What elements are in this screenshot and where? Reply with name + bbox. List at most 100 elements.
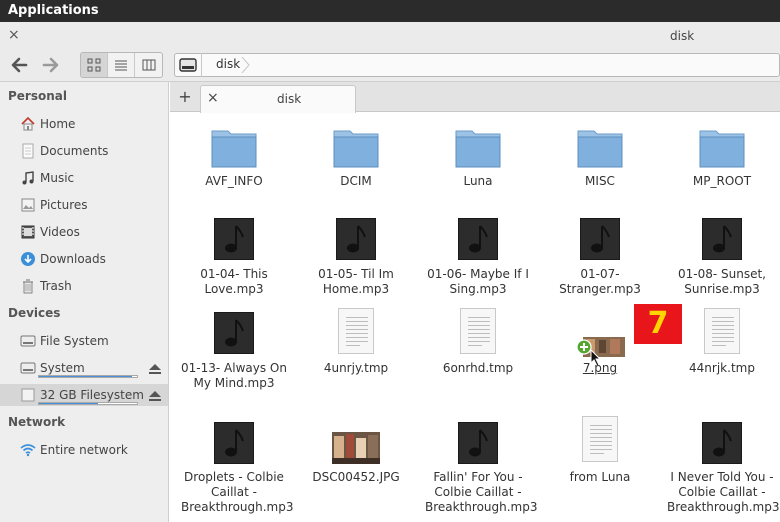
file-name: 01-13- Always On My Mind.mp3 — [181, 361, 287, 390]
pictures-icon — [21, 198, 35, 212]
new-tab-button[interactable]: + — [174, 87, 196, 107]
filesystem-usage-bar — [38, 402, 138, 405]
file-name: 01-06- Maybe If I Sing.mp3 — [427, 267, 529, 296]
file-name: AVF_INFO — [205, 174, 263, 188]
file-item-folder[interactable]: Luna — [419, 125, 537, 195]
sidebar-header-network: Network — [8, 415, 66, 429]
eject-icon[interactable] — [148, 390, 162, 402]
sidebar-item-videos[interactable]: Videos — [0, 221, 168, 243]
harddisk-icon — [20, 335, 36, 347]
icon-view-button[interactable] — [81, 53, 108, 77]
system-usage-bar — [38, 375, 138, 378]
sidebar-header-devices: Devices — [8, 306, 61, 320]
arrow-right-icon — [42, 57, 59, 73]
sidebar-item-label: 32 GB Filesystem — [40, 388, 144, 402]
folder-icon — [211, 130, 257, 168]
folder-icon — [577, 130, 623, 168]
audio-file-icon — [214, 422, 254, 464]
sidebar-item-home[interactable]: Home — [0, 113, 168, 135]
sidebar-header-personal: Personal — [8, 89, 67, 103]
folder-icon — [699, 130, 745, 168]
file-item-folder[interactable]: AVF_INFO — [175, 125, 293, 195]
window-close-button[interactable]: × — [8, 27, 20, 43]
file-item-folder[interactable]: MISC — [541, 125, 659, 195]
file-item-music[interactable]: Fallin' For You - Colbie Caillat - Break… — [419, 422, 538, 522]
back-button[interactable] — [8, 55, 30, 75]
file-item-music[interactable]: 01-05- Til Im Home.mp3 — [297, 218, 415, 298]
harddisk-icon — [179, 58, 197, 72]
audio-file-icon — [214, 218, 254, 260]
sidebar-item-label: Home — [40, 117, 76, 131]
applications-menu[interactable]: Applications — [8, 3, 99, 18]
file-item-document[interactable]: 6onrhd.tmp — [419, 308, 537, 388]
file-name: 6onrhd.tmp — [442, 361, 514, 375]
file-item-music[interactable]: 01-04- This Love.mp3 — [175, 218, 293, 298]
file-item-photo[interactable]: DSC00452.JPG — [297, 432, 415, 492]
file-item-document[interactable]: 4unrjy.tmp — [297, 308, 415, 388]
audio-file-icon — [702, 422, 742, 464]
sidebar-item-trash[interactable]: Trash — [0, 275, 168, 297]
tab-disk[interactable]: × disk — [200, 85, 356, 113]
audio-file-icon — [580, 218, 620, 260]
file-item-music[interactable]: 01-08- Sunset, Sunrise.mp3 — [663, 218, 780, 298]
sidebar-item-entire-network[interactable]: Entire network — [0, 439, 168, 461]
music-icon — [22, 171, 34, 185]
harddisk-icon — [20, 362, 36, 374]
arrow-left-icon — [11, 57, 28, 73]
sidebar-item-file-system[interactable]: File System — [0, 330, 168, 352]
breadcrumb-separator-icon — [241, 57, 250, 73]
sidebar-item-label: Pictures — [40, 198, 88, 212]
usb-drive-icon — [21, 388, 35, 402]
sidebar-item-label: Downloads — [40, 252, 106, 266]
file-item-folder[interactable]: MP_ROOT — [663, 125, 780, 195]
audio-file-icon — [336, 218, 376, 260]
file-item-music[interactable]: I Never Told You - Colbie Caillat - Brea… — [663, 422, 780, 522]
videos-icon — [21, 225, 35, 239]
file-item-document[interactable]: from Luna — [541, 416, 659, 496]
file-name: DCIM — [340, 174, 372, 188]
file-item-music[interactable]: 01-06- Maybe If I Sing.mp3 — [419, 218, 537, 298]
text-file-icon — [704, 308, 740, 354]
file-item-image-dragging[interactable]: 7.png — [541, 337, 659, 387]
file-name: 01-07- Stranger.mp3 — [559, 267, 641, 296]
file-icon-view: AVF_INFO DCIM Luna MISC MP_ROOT 01-04- T… — [170, 113, 780, 522]
file-name: MP_ROOT — [692, 174, 752, 188]
tab-label: disk — [277, 92, 302, 106]
column-view-button[interactable] — [135, 53, 162, 77]
file-name: 01-04- This Love.mp3 — [200, 267, 268, 296]
location-bar[interactable]: disk — [174, 53, 780, 77]
file-name: I Never Told You - Colbie Caillat - Brea… — [667, 470, 780, 514]
eject-icon[interactable] — [148, 363, 162, 375]
sidebar: Personal Home Documents Music Pictures V… — [0, 82, 169, 522]
documents-icon — [22, 143, 34, 159]
sidebar-item-documents[interactable]: Documents — [0, 140, 168, 162]
tab-close-button[interactable]: × — [207, 90, 219, 106]
sidebar-item-music[interactable]: Music — [0, 167, 168, 189]
file-item-music[interactable]: Droplets - Colbie Caillat - Breakthrough… — [175, 422, 294, 522]
photo-thumbnail-icon — [332, 432, 380, 464]
file-name: from Luna — [569, 470, 631, 484]
file-name: 4unrjy.tmp — [323, 361, 389, 375]
grid-icon — [87, 58, 101, 72]
file-name: Droplets - Colbie Caillat - Breakthrough… — [181, 470, 294, 514]
file-name: 01-05- Til Im Home.mp3 — [318, 267, 394, 296]
text-file-icon — [582, 416, 618, 462]
trash-icon — [23, 279, 33, 294]
audio-file-icon — [458, 422, 498, 464]
file-name: Luna — [463, 174, 493, 188]
file-item-music[interactable]: 01-07- Stranger.mp3 — [541, 218, 659, 298]
sidebar-item-label: Documents — [40, 144, 109, 158]
file-item-music[interactable]: 01-13- Always On My Mind.mp3 — [175, 312, 293, 392]
window-titlebar: × disk — [0, 22, 780, 49]
system-usage-fill — [39, 376, 133, 377]
sidebar-item-pictures[interactable]: Pictures — [0, 194, 168, 216]
tab-bar: + × disk — [170, 82, 780, 113]
list-view-button[interactable] — [108, 53, 135, 77]
sidebar-item-label: Entire network — [40, 443, 128, 457]
sidebar-item-label: System — [40, 361, 85, 375]
step-number-badge: 7 — [634, 304, 682, 344]
file-item-folder[interactable]: DCIM — [297, 125, 415, 195]
top-panel: Applications — [0, 0, 780, 22]
forward-button[interactable] — [40, 55, 62, 75]
sidebar-item-downloads[interactable]: Downloads — [0, 248, 168, 270]
